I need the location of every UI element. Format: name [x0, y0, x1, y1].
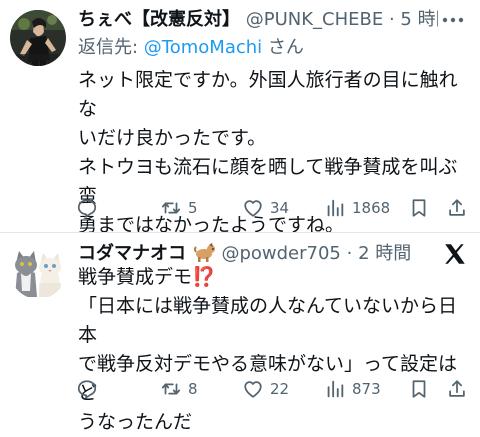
tweet-text-line: ネット限定ですか。外国人旅行者の目に触れな [78, 69, 458, 120]
action-bar: 8 22 873 [72, 375, 472, 403]
share-icon [449, 380, 465, 397]
tweet[interactable]: ちぇべ【改憲反対】 @PUNK_CHEBE · 5 時間 返信先: @TomoM… [0, 0, 480, 236]
retweet-count: 5 [188, 199, 198, 217]
timestamp[interactable]: · 5 時間 [389, 9, 438, 30]
bookmark-icon [412, 199, 426, 217]
retweet-button[interactable]: 5 [160, 194, 198, 222]
avatar[interactable] [10, 243, 66, 299]
bookmark-button[interactable] [408, 194, 430, 222]
tweet-text-line: うなったんだ [78, 411, 193, 433]
like-count: 34 [270, 199, 290, 217]
tweet-text: 戦争賛成デモ⁉️ 「日本には戦争賛成の人なんていないから日本 で戦争反対デモやる… [78, 263, 474, 437]
share-button[interactable] [446, 194, 468, 222]
action-bar: 5 34 1868 [72, 194, 472, 222]
more-icon[interactable] [440, 10, 466, 30]
tweet-header: コダマナオコ @powder705 · 2 時間 [78, 241, 438, 265]
retweet-count: 8 [188, 380, 198, 398]
tweet-header: ちぇべ【改憲反対】 @PUNK_CHEBE · 5 時間 [78, 8, 438, 32]
views-button[interactable]: 873 [324, 375, 381, 403]
retweet-icon [161, 202, 181, 214]
like-count: 22 [270, 380, 290, 398]
tweet-text-line: 戦争賛成デモ⁉️ [78, 266, 216, 288]
reply-icon [77, 380, 97, 399]
reply-to-suffix: さん [267, 37, 304, 58]
user-handle[interactable]: @PUNK_CHEBE [246, 9, 384, 30]
retweet-icon [161, 383, 181, 395]
tweet-text-line: 「日本には戦争賛成の人なんていないから日本 [78, 295, 458, 346]
share-icon [449, 199, 465, 216]
tweet[interactable]: コダマナオコ @powder705 · 2 時間 戦争賛成デモ⁉️ 「日本には戦… [0, 233, 480, 433]
reply-button[interactable] [76, 194, 104, 222]
timestamp[interactable]: · 2 時間 [347, 243, 412, 264]
reply-to-label: 返信先: [78, 37, 144, 58]
display-name[interactable]: コダマナオコ [78, 243, 186, 264]
reply-icon [77, 199, 97, 218]
view-count: 873 [352, 380, 381, 398]
retweet-button[interactable]: 8 [160, 375, 198, 403]
like-icon [244, 381, 262, 398]
avatar[interactable] [10, 10, 66, 66]
display-name[interactable]: ちぇべ【改憲反対】 [78, 9, 240, 30]
tweet-text-line: いだけ良かったです。 [78, 127, 267, 149]
share-button[interactable] [446, 375, 468, 403]
view-count: 1868 [352, 199, 391, 217]
bookmark-button[interactable] [408, 375, 430, 403]
like-button[interactable]: 22 [242, 375, 289, 403]
views-button[interactable]: 1868 [324, 194, 390, 222]
like-icon [244, 200, 262, 217]
reply-to-line: 返信先: @TomoMachi さん [78, 36, 304, 60]
like-button[interactable]: 34 [242, 194, 289, 222]
reply-mention-link[interactable]: @TomoMachi [144, 37, 262, 58]
views-icon [327, 380, 344, 398]
dog-emoji-icon [193, 243, 215, 262]
views-icon [327, 199, 344, 217]
reply-button[interactable] [76, 375, 104, 403]
bookmark-icon [412, 380, 426, 398]
user-handle[interactable]: @powder705 [221, 243, 340, 264]
